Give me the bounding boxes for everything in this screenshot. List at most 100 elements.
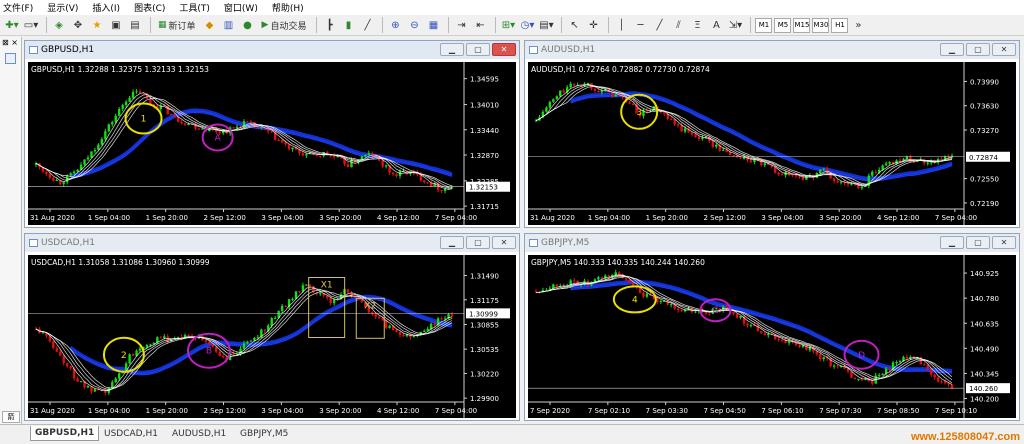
navigator-icon[interactable]: ★ <box>89 17 105 33</box>
window-controls: ▁ ▢ ✕ <box>938 43 1016 56</box>
chart-area[interactable]: 2 B X1 X2 1.31490 1.31175 1.30999 1.30855 1.3053… <box>28 255 516 418</box>
menu-insert[interactable]: 插入(I) <box>92 1 120 14</box>
candle-body <box>45 171 48 174</box>
zoom-in-icon[interactable]: ⊕ <box>387 17 403 33</box>
close-button[interactable]: ✕ <box>992 236 1016 249</box>
candle-body <box>107 124 110 132</box>
close-button[interactable]: ✕ <box>492 43 516 56</box>
price-tick-label: 1.30220 <box>470 370 499 378</box>
chart-area[interactable]: 1A1.345951.340101.334401.328701.322851.3… <box>28 62 516 225</box>
candle-body <box>450 314 454 316</box>
candle-body <box>763 163 766 166</box>
timeframe-m1[interactable]: M1 <box>755 17 773 33</box>
chart-tab-usdcad[interactable]: USDCAD,H1 <box>104 426 158 441</box>
timeframe-m30[interactable]: M30 <box>812 17 830 33</box>
chart-tab-gbpjpy[interactable]: GBPJPY,M5 <box>240 426 288 441</box>
horizontal-line-icon[interactable]: ─ <box>632 17 648 33</box>
candle-body <box>926 162 929 164</box>
candle-body <box>163 336 166 339</box>
close-button[interactable]: ✕ <box>992 43 1016 56</box>
timeframe-m15[interactable]: M15 <box>793 17 811 33</box>
menu-window[interactable]: 窗口(W) <box>224 1 258 14</box>
fibonacci-icon[interactable]: Ξ <box>689 17 705 33</box>
timeframe-h1[interactable]: H1 <box>831 17 849 33</box>
new-chart-icon[interactable]: ✚▾ <box>4 17 20 33</box>
candle-body <box>298 291 301 293</box>
maximize-button[interactable]: ▢ <box>466 236 490 249</box>
candlestick-icon[interactable]: ▮ <box>340 17 356 33</box>
cursor-icon[interactable]: ↖ <box>566 17 582 33</box>
menu-charts[interactable]: 图表(C) <box>134 1 165 14</box>
panel-close-icon[interactable]: ⊠ × <box>2 38 18 47</box>
auto-trading-button[interactable]: ▶ 自动交易 <box>259 17 310 33</box>
bar-chart-icon[interactable]: ┣ <box>321 17 337 33</box>
autoscroll-icon[interactable]: ⇥ <box>453 17 469 33</box>
minimize-button[interactable]: ▁ <box>940 236 964 249</box>
candle-body <box>121 105 124 109</box>
indicators-icon[interactable]: ⊞▾ <box>500 17 516 33</box>
tester-icon[interactable]: ▤ <box>127 17 143 33</box>
candle-body <box>305 153 308 156</box>
candle-body <box>593 88 597 91</box>
price-tick-label: 1.30535 <box>470 346 499 354</box>
chart-tab-audusd[interactable]: AUDUSD,H1 <box>172 426 226 441</box>
menu-help[interactable]: 帮助(H) <box>272 1 304 14</box>
candle-body <box>853 377 857 380</box>
minimize-button[interactable]: ▁ <box>440 43 464 56</box>
maximize-button[interactable]: ▢ <box>966 236 990 249</box>
candle-body <box>732 311 735 314</box>
ma-ribbon-blue <box>70 109 453 178</box>
market-watch-icon[interactable]: ◈ <box>51 17 67 33</box>
chart-shift-icon[interactable]: ⇤ <box>472 17 488 33</box>
time-tick-label: 7 Sep 03:30 <box>646 407 688 415</box>
panel-tab-icon[interactable]: 箭 <box>2 411 20 423</box>
price-chart: 2 B X1 X2 1.31490 1.31175 1.30999 1.30855 1.3053… <box>28 255 510 418</box>
candle-body <box>683 128 687 132</box>
text-icon[interactable]: A <box>708 17 724 33</box>
maximize-button[interactable]: ▢ <box>466 43 490 56</box>
candle-body <box>118 373 121 379</box>
profiles-icon[interactable]: ▭▾ <box>23 17 39 33</box>
periods-icon[interactable]: ◷▾ <box>519 17 535 33</box>
candle-body <box>836 181 839 183</box>
candle-body <box>332 299 336 304</box>
line-chart-icon[interactable]: ╱ <box>359 17 375 33</box>
timeframe-m5[interactable]: M5 <box>774 17 792 33</box>
trendline-icon[interactable]: ╱ <box>651 17 667 33</box>
more-timeframes-icon[interactable]: » <box>850 17 866 33</box>
maximize-button[interactable]: ▢ <box>966 43 990 56</box>
shapes-icon[interactable]: ⇲▾ <box>727 17 743 33</box>
templates-icon[interactable]: ▤▾ <box>538 17 554 33</box>
globe-icon[interactable]: ● <box>240 17 256 33</box>
close-button[interactable]: ✕ <box>492 236 516 249</box>
print-icon[interactable]: ▥ <box>221 17 237 33</box>
minimize-button[interactable]: ▁ <box>940 43 964 56</box>
candle-body <box>391 172 395 175</box>
chart-area[interactable]: 3 0.73990 0.73630 0.73270 0.72874 0.72550 0.72… <box>528 62 1016 225</box>
candle-body <box>180 121 183 124</box>
candle-body <box>274 318 277 320</box>
menu-tools[interactable]: 工具(T) <box>179 1 210 14</box>
terminal-icon[interactable]: ▣ <box>108 17 124 33</box>
candle-body <box>822 168 825 170</box>
candle-body <box>301 153 305 156</box>
zoom-out-icon[interactable]: ⊖ <box>406 17 422 33</box>
panel-window-icon[interactable] <box>5 53 16 64</box>
candle-body <box>676 124 680 126</box>
metaeditor-icon[interactable]: ◆ <box>202 17 218 33</box>
chart-area[interactable]: 4 C D 140.925 140.780 140.635 140.490 140.345 14… <box>528 255 1016 418</box>
menu-view[interactable]: 显示(V) <box>47 1 78 14</box>
menu-file[interactable]: 文件(F) <box>3 1 33 14</box>
new-order-button[interactable]: ▦ 新订单 <box>155 17 199 33</box>
crosshair-icon[interactable]: ✛ <box>585 17 601 33</box>
chart-tabs-bar: GBPUSD,H1 USDCAD,H1 AUDUSD,H1 GBPJPY,M5 <box>0 424 1024 444</box>
channel-icon[interactable]: ⫽ <box>670 17 686 33</box>
tile-windows-icon[interactable]: ▦ <box>425 17 441 33</box>
data-window-icon[interactable]: ✥ <box>70 17 86 33</box>
minimize-button[interactable]: ▁ <box>440 236 464 249</box>
window-title: GBPJPY,M5 <box>541 238 590 248</box>
candle-body <box>805 345 808 351</box>
chart-tab-gbpusd[interactable]: GBPUSD,H1 <box>30 426 100 441</box>
candle-body <box>846 183 850 185</box>
vertical-line-icon[interactable]: │ <box>613 17 629 33</box>
